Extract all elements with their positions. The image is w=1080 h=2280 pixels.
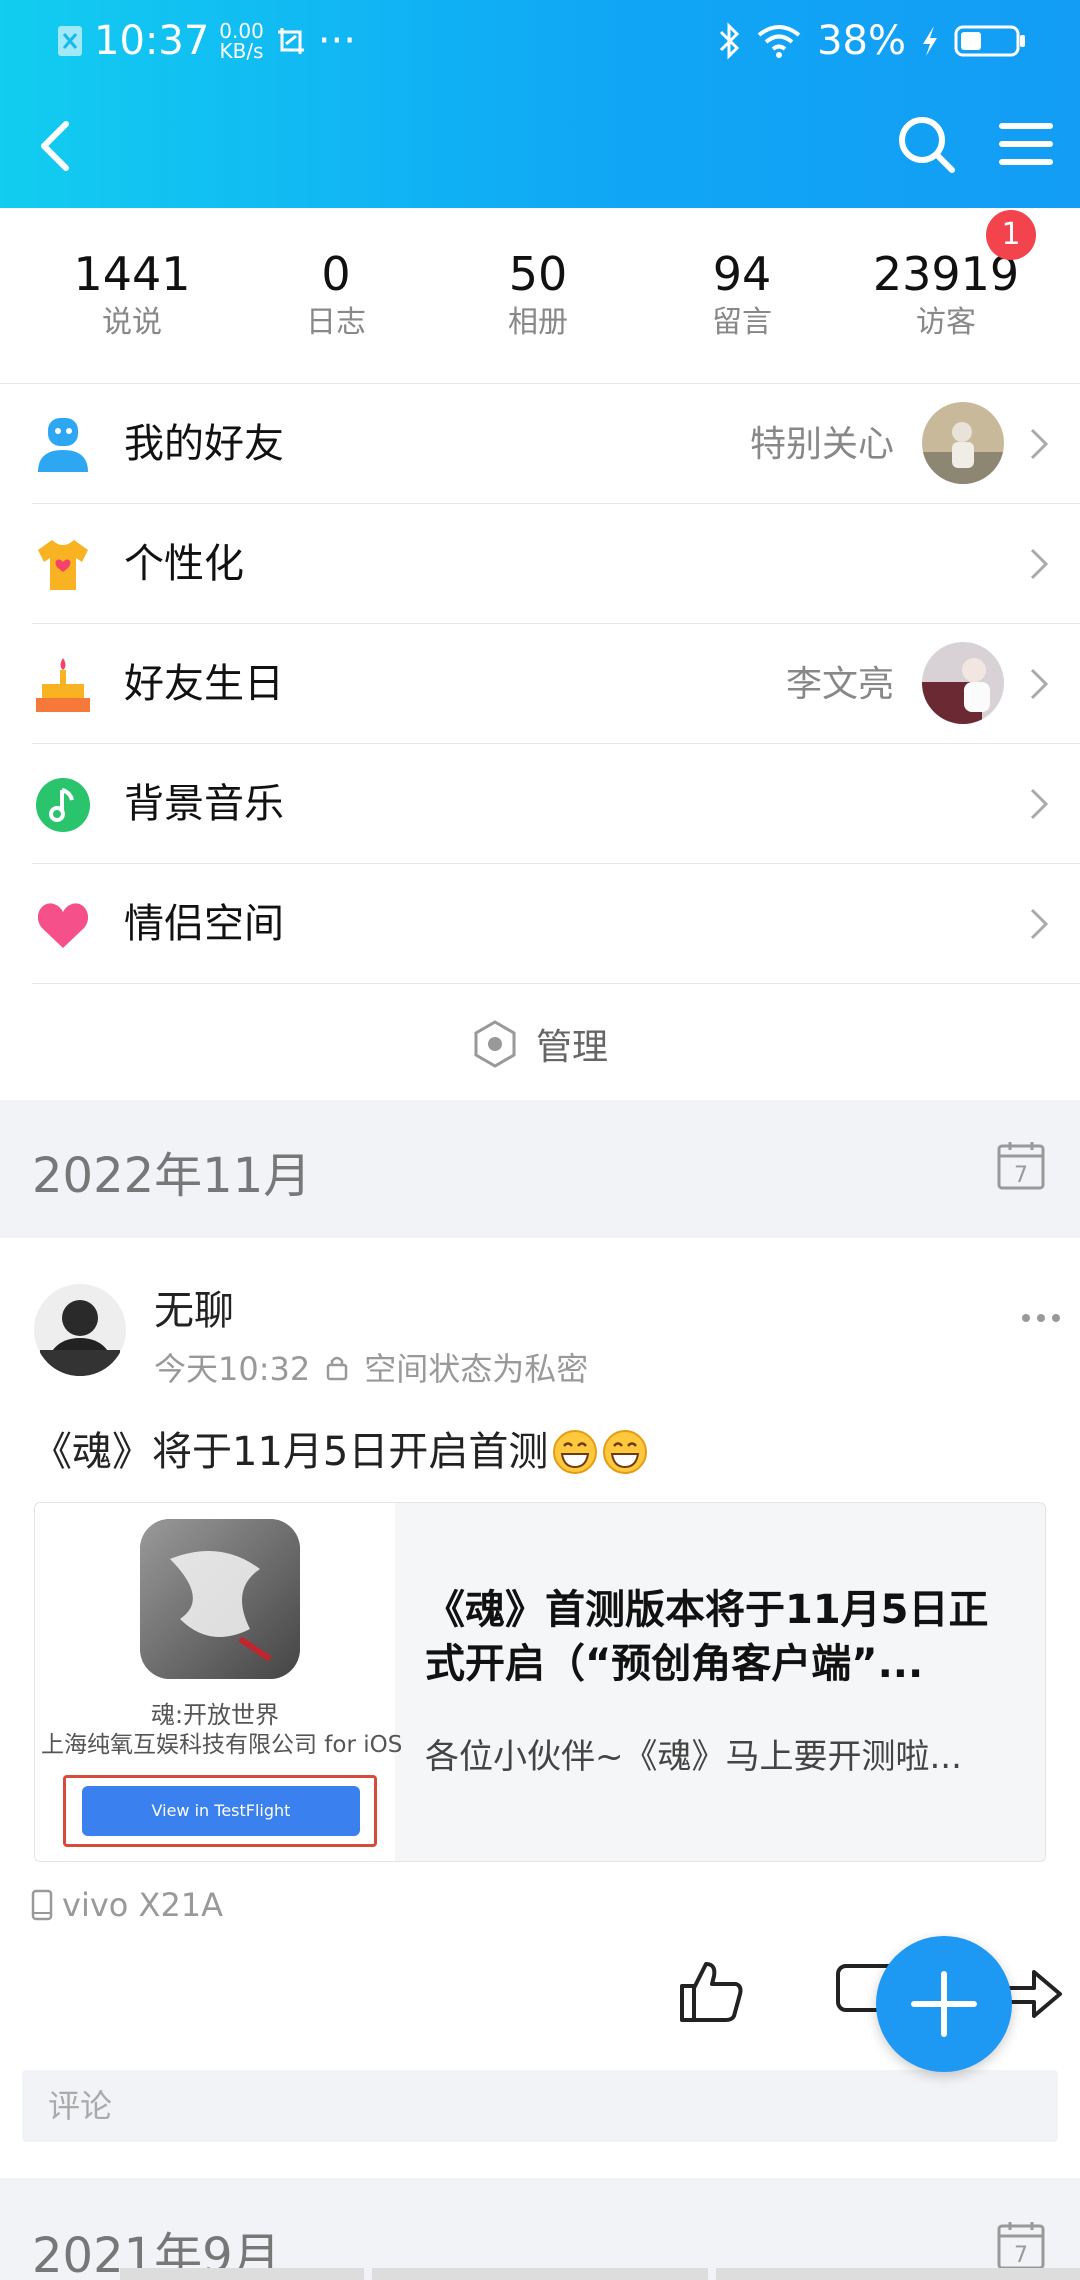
music-icon <box>36 778 90 832</box>
menu-item-birthday[interactable]: 好友生日 李文亮 <box>0 624 1080 744</box>
scroll-placeholder-bar <box>716 2268 1080 2280</box>
stat-visitors[interactable]: 23919 访客 <box>846 246 1046 344</box>
card-thumbnail: 魂:开放世界 上海纯氧互娱科技有限公司 for iOS View in Test… <box>35 1503 402 1861</box>
device-label: vivo X21A <box>30 1886 223 1924</box>
stat-blogs[interactable]: 0 日志 <box>236 246 436 344</box>
search-icon[interactable] <box>890 108 962 180</box>
calendar-icon[interactable]: 7 <box>996 1140 1046 1192</box>
charging-icon <box>923 26 937 56</box>
view-in-testflight-button[interactable]: View in TestFlight <box>82 1786 360 1836</box>
birthday-friend-avatar <box>922 642 1004 724</box>
chevron-right-icon <box>1030 548 1049 580</box>
nav-bar <box>0 100 1080 190</box>
bluetooth-icon <box>720 22 740 60</box>
wifi-icon <box>757 25 801 58</box>
card-title: 《魂》首测版本将于11月5日正式开启（“预创角客户端”... <box>425 1587 989 1687</box>
chevron-right-icon <box>1030 908 1049 940</box>
hexagon-settings-icon <box>474 1020 516 1068</box>
post-text: 《魂》将于11月5日开启首测 <box>32 1424 648 1480</box>
calendar-icon[interactable]: 7 <box>996 2220 1046 2272</box>
net-speed: 0.00 KB/s <box>219 19 264 63</box>
comment-input[interactable]: 评论 <box>22 2070 1058 2142</box>
like-icon[interactable] <box>676 1958 746 2024</box>
back-icon[interactable] <box>22 110 92 180</box>
cake-icon <box>36 658 90 712</box>
app-icon <box>140 1519 300 1679</box>
menu-icon[interactable] <box>990 108 1062 180</box>
manage-button[interactable]: 管理 <box>0 984 1080 1104</box>
lock-icon <box>326 1356 348 1381</box>
sim-icon <box>58 26 82 56</box>
status-time: 10:37 <box>94 18 210 64</box>
heart-icon <box>37 903 89 948</box>
chevron-right-icon <box>1030 668 1049 700</box>
menu-item-friends[interactable]: 我的好友 特别关心 <box>0 384 1080 504</box>
stats-bar: 1441 说说 0 日志 50 相册 94 留言 23919 访客 <box>0 208 1080 384</box>
menu-item-music[interactable]: 背景音乐 <box>0 744 1080 864</box>
card-description: 各位小伙伴~《魂》马上要开测啦... <box>425 1737 962 1777</box>
battery-icon <box>954 25 1025 57</box>
screenshot-icon <box>277 28 304 54</box>
phone-icon <box>31 1889 53 1921</box>
app-header: 10:37 0.00 KB/s ··· 38% <box>0 0 1080 208</box>
author-avatar[interactable] <box>34 1284 126 1376</box>
status-more-dots: ··· <box>317 18 356 64</box>
battery-percent: 38% <box>817 18 906 64</box>
visitor-badge: 1 <box>986 210 1036 260</box>
svg-text:7: 7 <box>1014 2243 1028 2268</box>
section-date: 2022年11月 <box>32 1148 312 1204</box>
friend-avatar <box>922 402 1004 484</box>
stat-messages[interactable]: 94 留言 <box>642 246 842 344</box>
stat-posts[interactable]: 1441 说说 <box>32 246 232 344</box>
shared-link-card[interactable]: 魂:开放世界 上海纯氧互娱科技有限公司 for iOS View in Test… <box>34 1502 1046 1862</box>
author-name[interactable]: 无聊 <box>154 1278 234 1336</box>
status-bar: 10:37 0.00 KB/s ··· 38% <box>0 0 1080 84</box>
scroll-placeholder-bar <box>120 2268 364 2280</box>
timeline-section-header: 2021年9月 7 <box>0 2180 1080 2280</box>
post-meta: 今天10:32 空间状态为私密 <box>154 1350 589 1388</box>
friends-icon <box>38 418 88 472</box>
grin-emoji-icon <box>553 1430 598 1474</box>
scroll-placeholder-bar <box>372 2268 708 2280</box>
testflight-highlight: View in TestFlight <box>63 1775 377 1847</box>
add-post-button[interactable] <box>876 1936 1012 2072</box>
stat-albums[interactable]: 50 相册 <box>438 246 638 344</box>
chevron-right-icon <box>1030 788 1049 820</box>
menu-item-personalize[interactable]: 个性化 <box>0 504 1080 624</box>
shirt-icon <box>38 540 88 590</box>
grin-emoji-icon <box>603 1430 648 1474</box>
timeline-section-header: 2022年11月 7 <box>0 1100 1080 1238</box>
feature-list: 我的好友 特别关心 个性化 好友生日 李文亮 背景音乐 情侣空间 管理 <box>0 384 1080 1104</box>
more-options-icon[interactable] <box>1020 1310 1062 1326</box>
menu-item-couple[interactable]: 情侣空间 <box>0 864 1080 984</box>
chevron-right-icon <box>1030 428 1049 460</box>
svg-text:7: 7 <box>1014 1163 1028 1188</box>
